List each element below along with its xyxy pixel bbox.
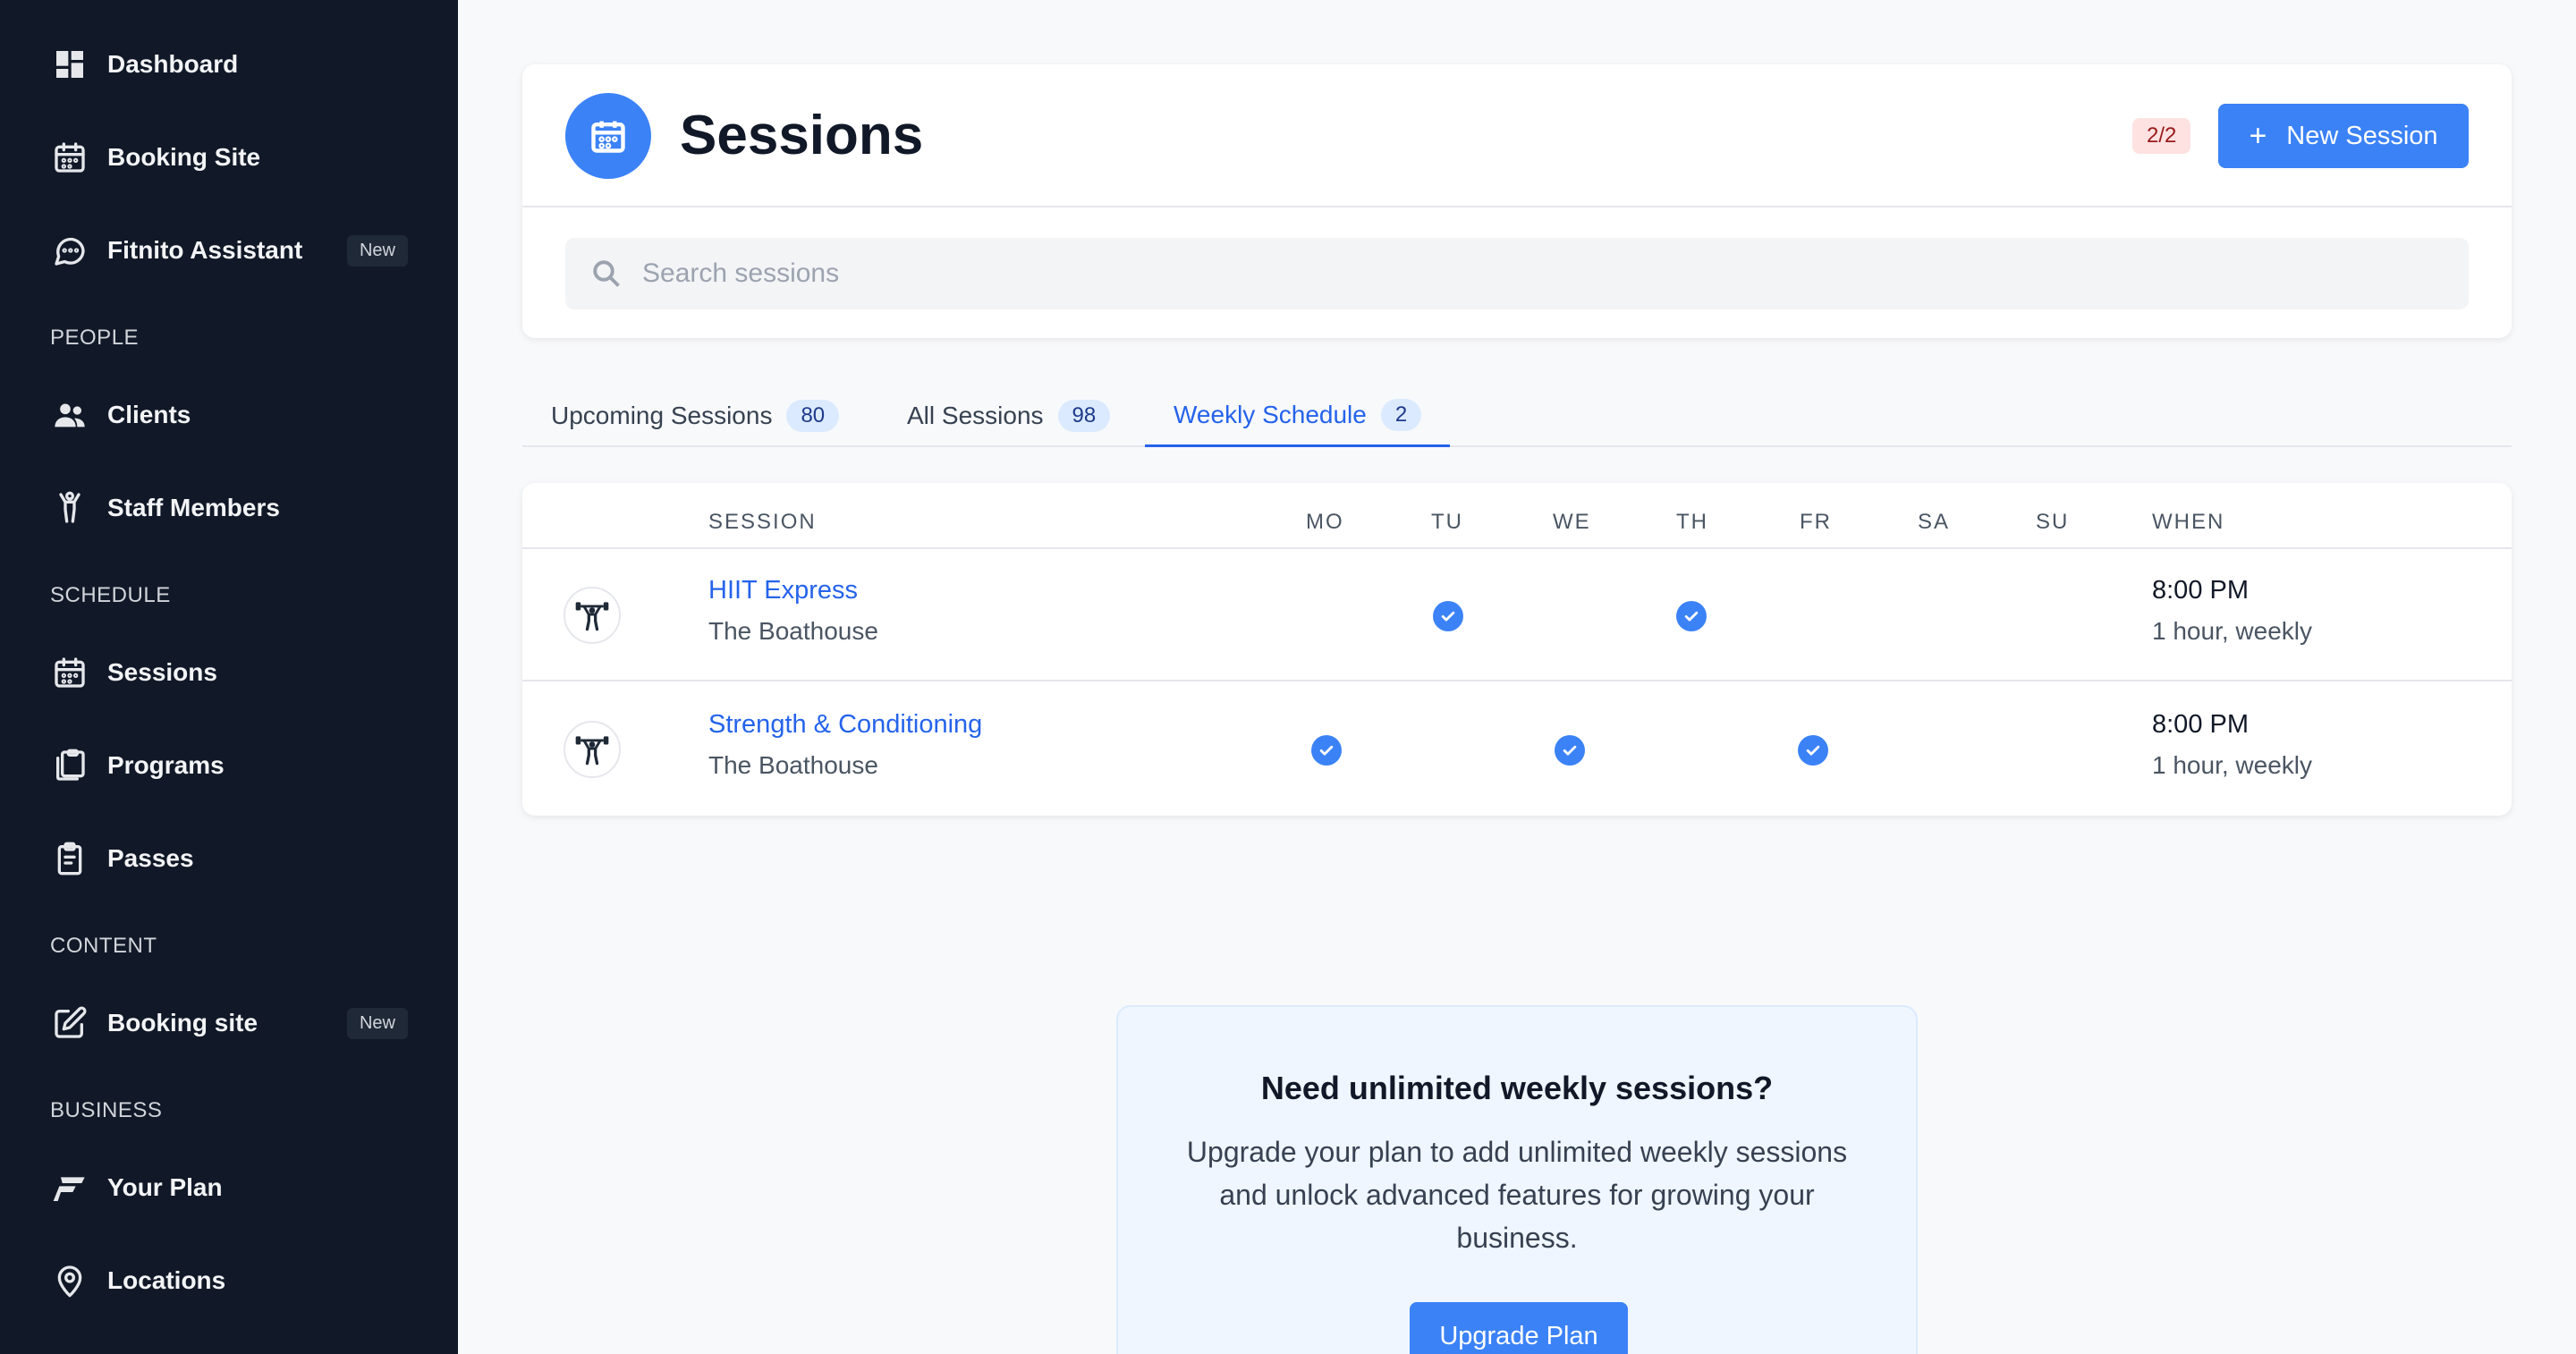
- weekly-schedule-table: SESSION MO TU WE TH FR SA SU WHEN HIIT E…: [522, 483, 2512, 816]
- session-tabs: Upcoming Sessions 80 All Sessions 98 Wee…: [522, 385, 2512, 447]
- location-pin-icon: [50, 1261, 89, 1300]
- tab-label: Weekly Schedule: [1174, 400, 1367, 428]
- column-header-when: WHEN: [2152, 510, 2225, 534]
- sidebar-item-label: Clients: [107, 401, 191, 428]
- check-circle-icon: [1433, 601, 1463, 631]
- dashboard-icon: [50, 45, 89, 84]
- upgrade-description: Upgrade your plan to add unlimited weekl…: [1186, 1136, 1848, 1254]
- staff-icon: [50, 488, 89, 528]
- search-input[interactable]: [642, 258, 2342, 289]
- session-name-link[interactable]: Strength & Conditioning: [708, 710, 982, 740]
- sidebar-item-programs[interactable]: Programs: [50, 737, 408, 794]
- sidebar-item-sessions[interactable]: Sessions: [50, 644, 408, 701]
- tab-count: 98: [1057, 400, 1111, 432]
- column-header-th: TH: [1676, 510, 1708, 534]
- check-circle-icon: [1311, 735, 1342, 766]
- clipboard-stack-icon: [50, 746, 89, 785]
- sidebar-item-label: Booking site: [107, 1009, 258, 1037]
- page-title: Sessions: [680, 105, 924, 166]
- calendar-icon: [50, 138, 89, 177]
- tab-count: 80: [786, 400, 840, 432]
- column-header-we: WE: [1553, 510, 1591, 534]
- upgrade-plan-button[interactable]: Upgrade Plan: [1410, 1302, 1628, 1354]
- users-icon: [50, 395, 89, 435]
- session-location: The Boathouse: [708, 617, 878, 645]
- tab-label: Upcoming Sessions: [551, 402, 773, 429]
- header-top: Sessions 2/2 + New Session: [522, 64, 2512, 207]
- sidebar-item-dashboard[interactable]: Dashboard: [50, 36, 408, 93]
- sidebar-item-staff-members[interactable]: Staff Members: [50, 479, 408, 537]
- chat-icon: [50, 231, 89, 270]
- sidebar-item-booking-site[interactable]: Booking Site: [50, 129, 408, 186]
- upgrade-card: Need unlimited weekly sessions? Upgrade …: [1116, 1005, 1918, 1354]
- column-header-session: SESSION: [708, 510, 817, 534]
- sidebar-item-fitnito-assistant[interactable]: Fitnito Assistant New: [50, 222, 408, 279]
- clipboard-icon: [50, 839, 89, 878]
- check-circle-icon: [1798, 735, 1828, 766]
- column-header-su: SU: [2036, 510, 2070, 534]
- session-time: 8:00 PM: [2152, 576, 2249, 605]
- plus-icon: +: [2249, 118, 2267, 153]
- sidebar-item-label: Programs: [107, 751, 225, 779]
- column-header-mo: MO: [1306, 510, 1344, 534]
- session-count-badge: 2/2: [2132, 118, 2191, 154]
- table-row[interactable]: Strength & Conditioning The Boathouse 8:…: [522, 683, 2512, 816]
- edit-icon: [50, 1003, 89, 1043]
- sidebar-item-label: Staff Members: [107, 494, 280, 521]
- column-header-sa: SA: [1918, 510, 1951, 534]
- sidebar-item-locations[interactable]: Locations: [50, 1252, 408, 1309]
- new-session-button[interactable]: + New Session: [2218, 104, 2469, 168]
- sidebar-item-label: Dashboard: [107, 50, 239, 78]
- calendar-icon: [565, 93, 651, 179]
- sidebar-item-your-plan[interactable]: Your Plan: [50, 1159, 408, 1216]
- session-time: 8:00 PM: [2152, 710, 2249, 739]
- calendar-icon: [50, 653, 89, 692]
- sessions-header-card: Sessions 2/2 + New Session: [522, 64, 2512, 338]
- section-label-people: PEOPLE: [50, 326, 140, 350]
- sidebar-item-label: Sessions: [107, 658, 217, 686]
- sidebar-item-clients[interactable]: Clients: [50, 386, 408, 444]
- new-session-label: New Session: [2286, 121, 2438, 150]
- check-circle-icon: [1555, 735, 1585, 766]
- check-circle-icon: [1676, 601, 1707, 631]
- section-label-content: CONTENT: [50, 934, 157, 958]
- sidebar-item-label: Locations: [107, 1266, 226, 1294]
- tab-count: 2: [1380, 398, 1422, 431]
- session-frequency: 1 hour, weekly: [2152, 751, 2312, 779]
- sidebar-item-label: Passes: [107, 844, 194, 872]
- fitnito-logo-icon: [50, 1168, 89, 1207]
- weightlifter-icon: [564, 587, 621, 644]
- new-badge: New: [346, 234, 408, 267]
- table-row[interactable]: HIIT Express The Boathouse 8:00 PM 1 hou…: [522, 549, 2512, 681]
- tab-weekly-schedule[interactable]: Weekly Schedule 2: [1145, 385, 1451, 447]
- sidebar: Dashboard Booking Site Fitnito Assistant…: [0, 0, 458, 1354]
- session-location: The Boathouse: [708, 751, 878, 779]
- sidebar-item-booking-site-editor[interactable]: Booking site New: [50, 994, 408, 1052]
- upgrade-title: Need unlimited weekly sessions?: [1260, 1070, 1774, 1106]
- new-badge: New: [346, 1007, 408, 1039]
- tab-all-sessions[interactable]: All Sessions 98: [907, 385, 1111, 447]
- column-header-fr: FR: [1800, 510, 1832, 534]
- sidebar-item-passes[interactable]: Passes: [50, 830, 408, 887]
- column-header-tu: TU: [1431, 510, 1463, 534]
- session-frequency: 1 hour, weekly: [2152, 617, 2312, 645]
- tab-upcoming-sessions[interactable]: Upcoming Sessions 80: [551, 385, 840, 447]
- sidebar-item-label: Your Plan: [107, 1173, 223, 1201]
- search-bar: [565, 238, 2469, 309]
- weightlifter-icon: [564, 721, 621, 778]
- sidebar-item-label: Fitnito Assistant: [107, 236, 303, 264]
- search-icon: [593, 260, 620, 287]
- tab-label: All Sessions: [907, 402, 1044, 429]
- section-label-business: BUSINESS: [50, 1098, 163, 1122]
- section-label-schedule: SCHEDULE: [50, 583, 171, 607]
- session-name-link[interactable]: HIIT Express: [708, 576, 858, 605]
- sidebar-item-label: Booking Site: [107, 143, 261, 171]
